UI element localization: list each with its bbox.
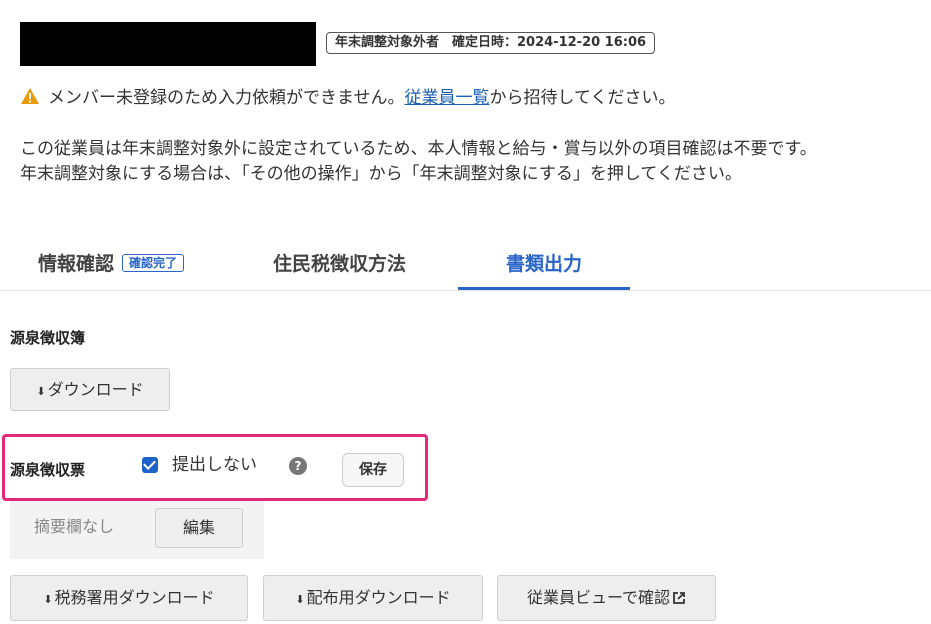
- do-not-submit-checkbox[interactable]: [142, 457, 158, 473]
- tab-document-output[interactable]: 書類出力: [458, 244, 630, 290]
- employee-list-link[interactable]: 従業員一覧: [405, 88, 490, 108]
- warning-message: メンバー未登録のため入力依頼ができません。従業員一覧から招待してください。: [20, 86, 675, 110]
- withholding-book-title: 源泉徴収簿: [10, 329, 86, 347]
- confirmed-badge: 確認完了: [122, 253, 185, 272]
- external-link-icon: [673, 591, 685, 604]
- warning-text-prefix: メンバー未登録のため入力依頼ができません。: [48, 88, 405, 108]
- employee-view-label: 従業員ビューで確認: [526, 588, 671, 607]
- tab-info-confirmation-label: 情報確認: [38, 253, 115, 275]
- info-line-1: この従業員は年末調整対象外に設定されているため、本人情報と給与・賞与以外の項目確…: [20, 139, 817, 159]
- summary-status-text: 摘要欄なし: [34, 517, 115, 536]
- download-icon: ⬇: [36, 385, 46, 398]
- tab-info-confirmation[interactable]: 情報確認 確認完了: [38, 244, 185, 290]
- status-tag: 年末調整対象外者 確定日時：2024-12-20 16:06: [326, 32, 656, 54]
- distribution-download-label: 配布用ダウンロード: [306, 588, 451, 607]
- warning-triangle-icon: [21, 88, 39, 104]
- download-icon: ⬇: [295, 593, 305, 606]
- tab-resident-tax-method[interactable]: 住民税徴収方法: [273, 244, 406, 290]
- edit-button[interactable]: 編集: [155, 508, 243, 548]
- withholding-book-download-button[interactable]: ⬇ ダウンロード: [10, 368, 170, 411]
- tab-bar: 情報確認 確認完了 住民税徴収方法 書類出力: [0, 244, 931, 291]
- download-icon: ⬇: [43, 593, 53, 606]
- tax-office-download-label: 税務署用ダウンロード: [54, 588, 215, 607]
- employee-view-button[interactable]: 従業員ビューで確認: [497, 575, 716, 621]
- do-not-submit-label[interactable]: 提出しない: [172, 453, 257, 477]
- check-icon: [143, 457, 156, 470]
- save-button[interactable]: 保存: [342, 453, 404, 487]
- distribution-download-button[interactable]: ⬇ 配布用ダウンロード: [263, 575, 483, 621]
- tax-office-download-button[interactable]: ⬇ 税務署用ダウンロード: [10, 575, 248, 621]
- warning-text-suffix: から招待してください。: [489, 88, 676, 108]
- info-line-2: 年末調整対象にする場合は、「その他の操作」から「年末調整対象にする」を押してくだ…: [20, 164, 742, 184]
- withholding-slip-title: 源泉徴収票: [10, 461, 86, 479]
- redacted-employee-name: [20, 22, 316, 66]
- download-label: ダウンロード: [47, 380, 144, 399]
- info-message: この従業員は年末調整対象外に設定されているため、本人情報と給与・賞与以外の項目確…: [20, 137, 817, 187]
- help-icon[interactable]: ?: [289, 457, 307, 475]
